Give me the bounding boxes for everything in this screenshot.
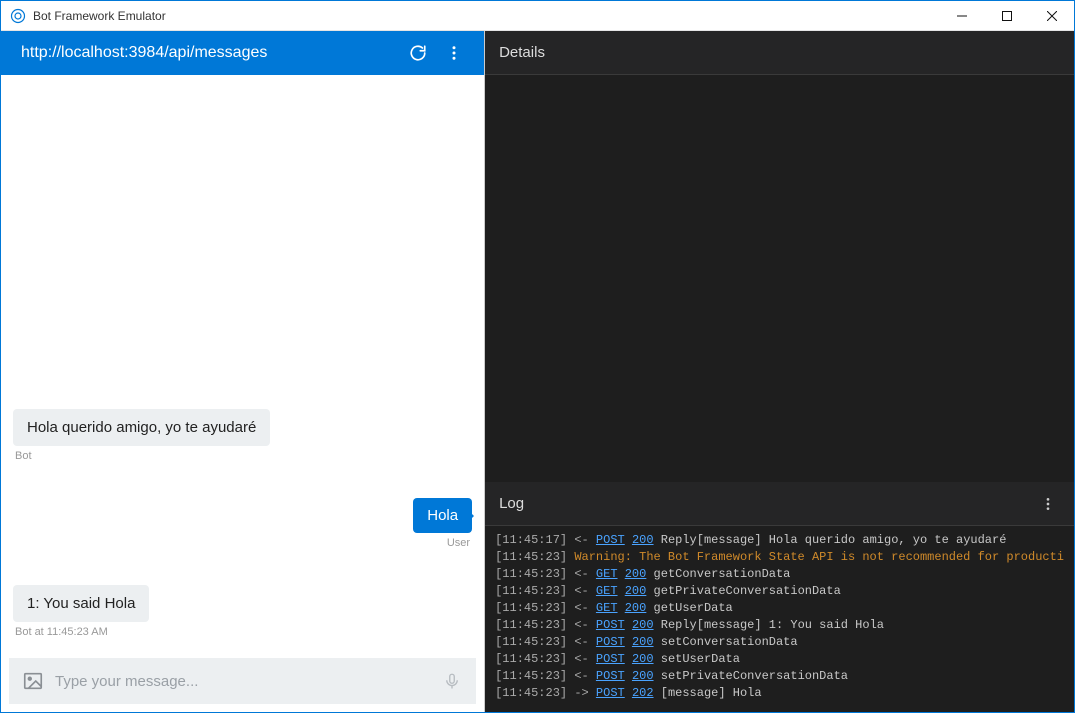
log-status[interactable]: 200	[632, 618, 654, 632]
microphone-icon[interactable]	[438, 667, 466, 695]
maximize-button[interactable]	[984, 1, 1029, 31]
message-meta: Bot	[15, 450, 472, 462]
log-status[interactable]: 202	[632, 686, 654, 700]
minimize-button[interactable]	[939, 1, 984, 31]
log-method[interactable]: POST	[596, 652, 625, 666]
log-entry[interactable]: [11:45:23] Warning: The Bot Framework St…	[495, 549, 1064, 566]
inspector-pane: Details Log [11:45:17] <- POST 200 Reply…	[485, 31, 1074, 712]
message-bubble[interactable]: Hola querido amigo, yo te ayudaré	[13, 409, 270, 446]
log-entry[interactable]: [11:45:23] <- POST 200 Reply[message] 1:…	[495, 617, 1064, 634]
log-method[interactable]: POST	[596, 669, 625, 683]
log-status[interactable]: 200	[625, 601, 647, 615]
log-entry[interactable]: [11:45:23] <- GET 200 getUserData	[495, 600, 1064, 617]
log-title: Log	[499, 495, 524, 512]
log-method[interactable]: GET	[596, 567, 618, 581]
details-body[interactable]	[485, 75, 1074, 482]
log-method[interactable]: POST	[596, 618, 625, 632]
log-entry[interactable]: [11:45:23] <- GET 200 getConversationDat…	[495, 566, 1064, 583]
log-status[interactable]: 200	[625, 584, 647, 598]
address-bar: http://localhost:3984/api/messages	[1, 31, 484, 75]
log-method[interactable]: POST	[596, 533, 625, 547]
app-icon	[9, 7, 27, 25]
log-entry[interactable]: [11:45:23] <- POST 200 setUserData	[495, 651, 1064, 668]
chat-message-bot: 1: You said Hola Bot at 11:45:23 AM	[13, 585, 472, 638]
chat-area[interactable]: Hola querido amigo, yo te ayudaré Bot Ho…	[1, 75, 484, 652]
log-section: Log [11:45:17] <- POST 200 Reply[message…	[485, 482, 1074, 712]
log-entry[interactable]: [11:45:23] <- POST 200 setPrivateConvers…	[495, 668, 1064, 685]
log-entry[interactable]: [11:45:23] -> POST 202 [message] Hola	[495, 685, 1064, 702]
log-status[interactable]: 200	[632, 533, 654, 547]
message-meta: Bot at 11:45:23 AM	[15, 626, 472, 638]
endpoint-url[interactable]: http://localhost:3984/api/messages	[21, 44, 400, 62]
log-status[interactable]: 200	[632, 669, 654, 683]
chat-pane: http://localhost:3984/api/messages Hola …	[1, 31, 485, 712]
message-bubble[interactable]: 1: You said Hola	[13, 585, 149, 622]
log-status[interactable]: 200	[632, 652, 654, 666]
message-bubble[interactable]: Hola	[413, 498, 472, 533]
log-body[interactable]: [11:45:17] <- POST 200 Reply[message] Ho…	[485, 526, 1074, 712]
message-input[interactable]	[55, 673, 438, 690]
log-header: Log	[485, 482, 1074, 526]
details-header: Details	[485, 31, 1074, 75]
details-title: Details	[499, 44, 545, 61]
compose-bar	[9, 658, 476, 704]
more-icon[interactable]	[436, 35, 472, 71]
log-entry[interactable]: [11:45:17] <- POST 200 Reply[message] Ho…	[495, 532, 1064, 549]
refresh-icon[interactable]	[400, 35, 436, 71]
message-meta: User	[13, 537, 470, 549]
window-controls	[939, 1, 1074, 31]
log-method[interactable]: GET	[596, 584, 618, 598]
log-method[interactable]: POST	[596, 635, 625, 649]
log-entry[interactable]: [11:45:23] <- POST 200 setConversationDa…	[495, 634, 1064, 651]
log-entry[interactable]: [11:45:23] <- GET 200 getPrivateConversa…	[495, 583, 1064, 600]
close-button[interactable]	[1029, 1, 1074, 31]
titlebar: Bot Framework Emulator	[1, 1, 1074, 31]
log-method[interactable]: POST	[596, 686, 625, 700]
window-title: Bot Framework Emulator	[33, 9, 939, 23]
chat-message-user: Hola User	[13, 498, 472, 549]
attach-image-icon[interactable]	[19, 667, 47, 695]
log-status[interactable]: 200	[625, 567, 647, 581]
log-method[interactable]: GET	[596, 601, 618, 615]
chat-message-bot: Hola querido amigo, yo te ayudaré Bot	[13, 409, 472, 462]
log-status[interactable]: 200	[632, 635, 654, 649]
log-more-icon[interactable]	[1036, 492, 1060, 516]
